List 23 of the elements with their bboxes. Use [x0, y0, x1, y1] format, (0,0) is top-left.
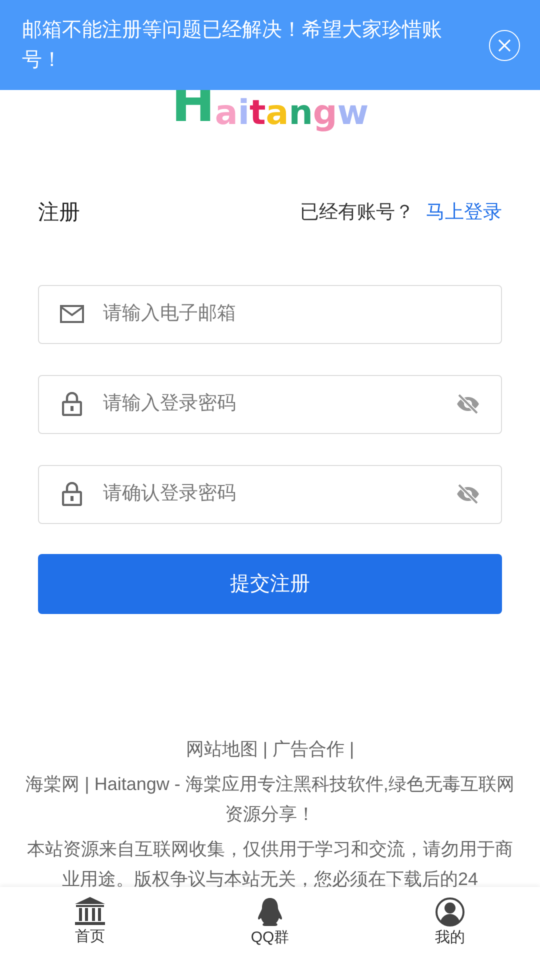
nav-tab[interactable]: QQ群	[250, 887, 290, 960]
footer-links[interactable]: 网站地图 | 广告合作 |	[186, 734, 354, 764]
mail-icon	[60, 305, 84, 323]
input-field[interactable]: 请确认登录密码	[38, 464, 502, 524]
form-title: 注册	[38, 200, 80, 226]
penguin-icon	[255, 897, 285, 927]
nav-tab[interactable]: 首页	[74, 887, 106, 960]
input-field[interactable]: 请输入电子邮箱	[38, 284, 502, 344]
footer-tagline: 海棠网 | Haitangw - 海棠应用专注黑科技软件,绿色无毒互联网资源分享！	[24, 772, 516, 826]
input-field[interactable]: 请输入登录密码	[38, 374, 502, 434]
user-icon	[435, 897, 465, 927]
lock-icon	[62, 392, 82, 416]
nav-tab[interactable]: 我的	[435, 887, 465, 960]
eye-off-icon[interactable]	[456, 394, 480, 414]
lock-icon	[62, 482, 82, 506]
notice-text: 邮箱不能注册等问题已经解决！希望大家珍惜账号！	[22, 18, 443, 73]
close-icon	[498, 38, 511, 52]
submit-button[interactable]: 提交注册	[38, 554, 502, 614]
login-link[interactable]: 马上登录	[426, 198, 502, 227]
login-prompt: 已经有账号？	[300, 200, 414, 224]
close-button[interactable]	[489, 30, 520, 60]
bank-icon	[74, 897, 106, 926]
eye-off-icon[interactable]	[456, 484, 480, 504]
